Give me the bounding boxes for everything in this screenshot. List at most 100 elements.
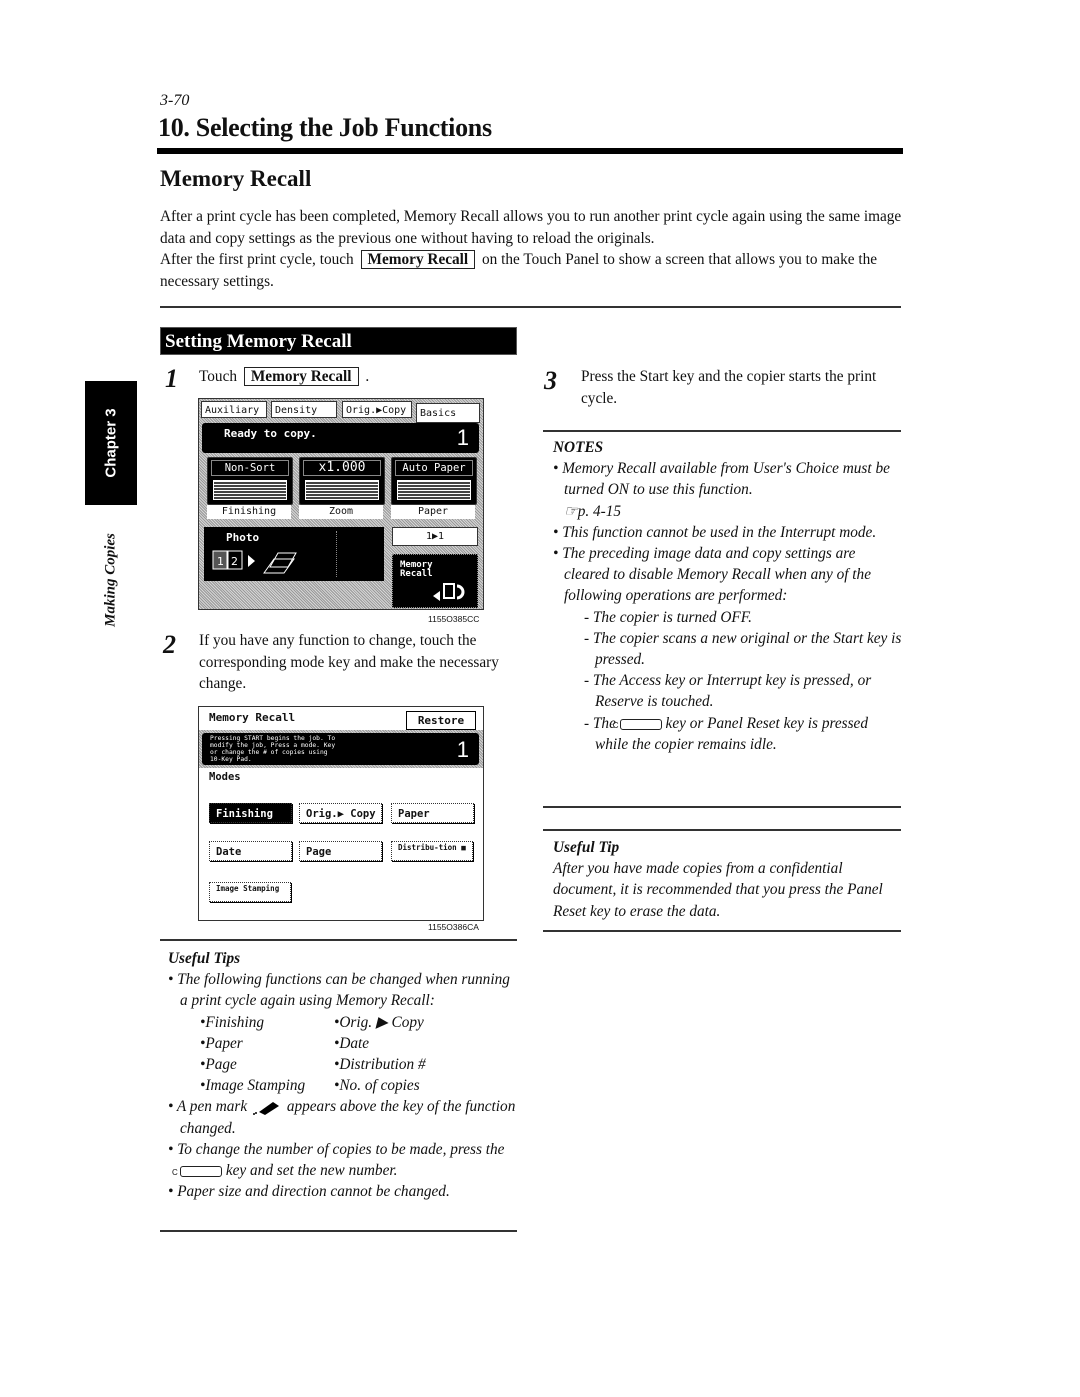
step-3-text: Press the Start key and the copier start… (581, 368, 877, 407)
function-item: •Finishing (200, 1013, 264, 1031)
finishing-value: Non-Sort (211, 460, 289, 476)
chapter-tab: Chapter 3 (85, 381, 137, 505)
page-mode-key[interactable]: Page (299, 841, 382, 861)
clear-key-icon: C (613, 718, 662, 730)
memory-recall-key-label: Memory Recall (360, 250, 476, 269)
step-1-post: . (365, 368, 370, 385)
memory-recall-key[interactable]: Memory Recall (392, 554, 478, 608)
image-stamping-mode-key[interactable]: Image Stamping (209, 882, 291, 902)
tip-text: A pen mark (176, 1098, 248, 1116)
step-1-text: Touch Memory Recall . (199, 366, 369, 388)
tip-item: • A pen mark appears above the key of th… (168, 1098, 516, 1137)
tab-basics[interactable]: Basics (416, 403, 480, 423)
divider (543, 829, 901, 831)
note-subitem: - The copier scans a new original or the… (584, 629, 902, 669)
note-item: • This function cannot be used in the In… (553, 523, 877, 541)
tip-text: key and set the new number. (225, 1162, 398, 1180)
pen-mark-icon (252, 1101, 279, 1115)
page-number: 3-70 (160, 92, 190, 109)
divider (543, 930, 901, 932)
copy-count: 1 (456, 737, 469, 762)
orig-copy-mode-key[interactable]: Orig.▶ Copy (299, 803, 382, 823)
subsection-title: Setting Memory Recall (160, 327, 517, 355)
divider (160, 306, 901, 308)
key-lines (305, 480, 379, 500)
duplex-key[interactable]: 1▶1 (392, 527, 478, 546)
note-item: • Memory Recall available from User's Ch… (553, 460, 890, 520)
copy-count: 1 (456, 425, 469, 450)
note-subitem: - The Access key or Interrupt key is pre… (584, 672, 872, 711)
tab-orig-copy[interactable]: Orig.▶Copy (342, 401, 412, 418)
step-number: 3 (544, 366, 557, 395)
message-box: Pressing START begins the job. To modify… (202, 733, 479, 765)
zoom-key[interactable]: x1.000 (299, 457, 385, 505)
intro-paragraph: After a print cycle has been completed, … (160, 206, 905, 292)
notes-heading: NOTES (553, 439, 604, 456)
note-subitem: - The copier is turned OFF. (584, 608, 752, 626)
mode-label: Photo (226, 531, 260, 544)
function-item: •Page (200, 1056, 237, 1074)
zoom-caption: Zoom (299, 505, 383, 519)
clear-key-icon: C (172, 1166, 222, 1178)
tip-item: • Paper size and direction cannot be cha… (168, 1183, 450, 1201)
key-lines (397, 480, 471, 500)
original-mode-key[interactable]: Photo 12 (204, 527, 384, 581)
title-rule (157, 148, 903, 154)
svg-text:2: 2 (231, 555, 238, 568)
function-list: •Finishing •Orig. ▶ Copy •Paper •Date •P… (168, 1012, 518, 1097)
chapter-tab-label: Chapter 3 (102, 408, 120, 478)
section-tab-label: Making Copies (102, 533, 119, 627)
divider (543, 806, 901, 808)
step-number: 1 (165, 364, 178, 393)
paper-key[interactable]: Auto Paper (391, 457, 477, 505)
tip-text: To change the number of copies to be mad… (177, 1140, 505, 1158)
zoom-value: x1.000 (303, 460, 381, 476)
touch-panel-memory-recall: Memory Recall Restore Pressing START beg… (198, 706, 484, 921)
tip-item: • The following functions can be changed… (168, 971, 510, 1010)
memory-recall-key-label: Memory Recall (243, 367, 359, 386)
figure-id: 1155O386CA (428, 922, 479, 932)
intro-text-1: After a print cycle has been completed, … (160, 208, 902, 247)
finishing-caption: Finishing (207, 505, 291, 519)
step-number: 2 (163, 630, 176, 659)
function-item: •Date (334, 1034, 370, 1052)
divider (543, 430, 901, 432)
status-text: Ready to copy. (224, 427, 317, 440)
tip-text: Paper size and direction cannot be chang… (177, 1183, 450, 1201)
key-lines (213, 480, 287, 500)
page-reference[interactable]: ☞p. 4-15 (564, 503, 621, 520)
finishing-key[interactable]: Non-Sort (207, 457, 293, 505)
memory-recall-label: Memory Recall (400, 560, 433, 579)
tab-auxiliary[interactable]: Auxiliary (201, 401, 267, 418)
useful-tip-heading: Useful Tip (553, 839, 620, 856)
useful-tips-heading: Useful Tips (168, 950, 241, 967)
paper-caption: Paper (391, 505, 475, 519)
section-title: Memory Recall (160, 166, 312, 191)
restore-button[interactable]: Restore (406, 711, 476, 730)
finishing-mode-key[interactable]: Finishing (209, 803, 292, 823)
svg-text:1: 1 (217, 555, 224, 568)
status-bar: Ready to copy. 1 (202, 423, 479, 453)
book-copy-icon: 12 (212, 550, 297, 574)
message-strip: Pressing START begins the job. To modify… (199, 730, 483, 768)
paper-mode-key[interactable]: Paper (391, 803, 474, 823)
note-item: • The preceding image data and copy sett… (553, 545, 871, 605)
tip-text: The following functions can be changed w… (177, 971, 510, 1010)
notes: NOTES • Memory Recall available from Use… (553, 437, 903, 755)
tip-item: • To change the number of copies to be m… (168, 1140, 505, 1180)
distribution-mode-key[interactable]: Distribu-tion ■ (391, 841, 473, 861)
chapter-title: 10. Selecting the Job Functions (158, 113, 492, 142)
date-mode-key[interactable]: Date (209, 841, 292, 861)
function-item: •Orig. ▶ Copy (334, 1013, 424, 1031)
tab-density[interactable]: Density (271, 401, 337, 418)
note-text: - The (584, 714, 616, 732)
panel-title: Memory Recall (209, 711, 296, 724)
note-text: The preceding image data and copy settin… (562, 545, 871, 605)
message-text: Pressing START begins the job. To modify… (210, 735, 336, 763)
recall-icon (433, 583, 465, 601)
divider (160, 1230, 517, 1232)
intro-text-2a: After the first print cycle, touch (160, 251, 354, 268)
divider (336, 531, 337, 577)
function-item: •Paper (200, 1034, 243, 1052)
useful-tip-text: After you have made copies from a confid… (553, 860, 883, 920)
